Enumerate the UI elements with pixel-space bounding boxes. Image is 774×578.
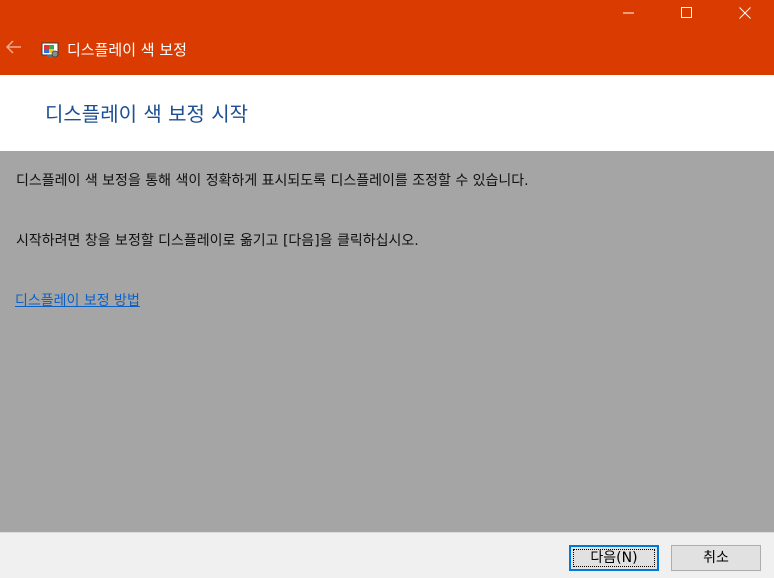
intro-text: 디스플레이 색 보정을 통해 색이 정확하게 표시되도록 디스플레이를 조정할 …	[16, 173, 529, 189]
back-button[interactable]	[3, 38, 25, 60]
window-title: 디스플레이 색 보정	[67, 41, 187, 59]
close-icon	[739, 7, 751, 19]
title-bar: 디스플레이 색 보정	[0, 0, 774, 75]
cancel-button[interactable]: 취소	[671, 545, 761, 571]
maximize-button[interactable]	[658, 0, 716, 26]
maximize-icon	[681, 7, 692, 18]
back-arrow-icon	[5, 40, 21, 54]
close-button[interactable]	[716, 0, 774, 26]
focus-indicator	[573, 549, 655, 567]
cancel-button-label: 취소	[703, 550, 729, 566]
minimize-button[interactable]	[600, 0, 658, 26]
calibration-help-link[interactable]: 디스플레이 보정 방법	[15, 291, 140, 311]
page-title: 디스플레이 색 보정 시작	[45, 102, 249, 126]
instruction-text: 시작하려면 창을 보정할 디스플레이로 옮기고 [다음]을 클릭하십시오.	[16, 233, 419, 249]
display-calibration-icon	[41, 42, 59, 58]
minimize-icon	[623, 12, 634, 14]
content-area	[0, 151, 774, 532]
next-button[interactable]: 다음(N)	[569, 545, 659, 571]
